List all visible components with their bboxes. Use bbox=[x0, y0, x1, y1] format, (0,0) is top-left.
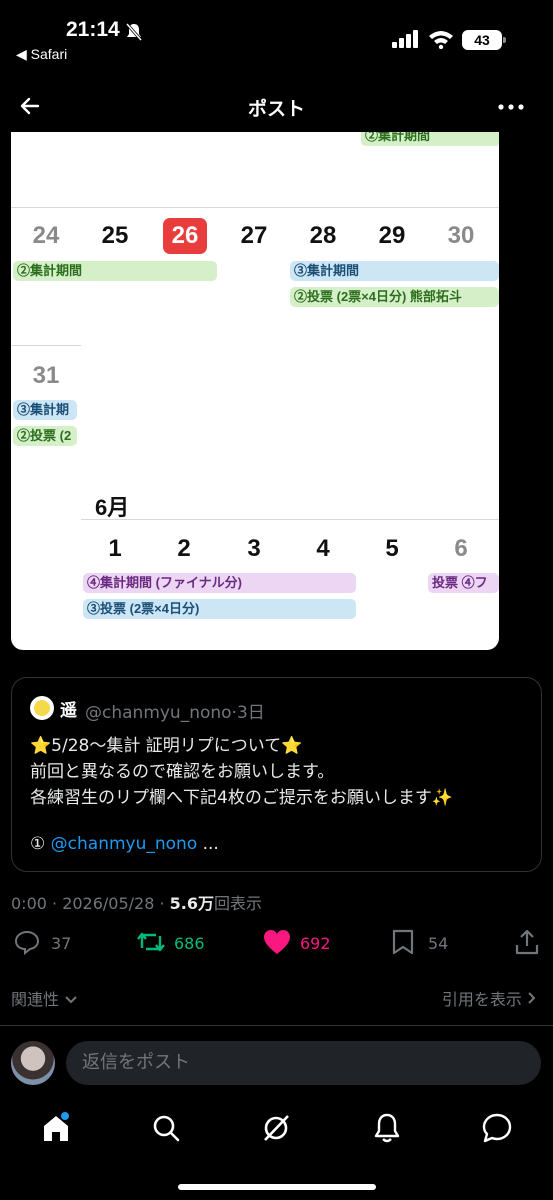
notifications-icon[interactable] bbox=[369, 1110, 405, 1146]
sort-dropdown[interactable]: 関連性 bbox=[11, 986, 78, 1010]
calendar-event: ②集計期間 bbox=[361, 132, 499, 146]
calendar-divider bbox=[81, 519, 499, 520]
quoted-text-prefix: ① bbox=[30, 834, 51, 854]
calendar-day: 25 bbox=[101, 222, 129, 249]
quoted-text-line: ① @chanmyu_nono ... bbox=[30, 834, 219, 854]
quoted-author-name[interactable]: 遥 bbox=[60, 696, 77, 721]
calendar-month-label: 6月 bbox=[95, 495, 130, 520]
chevron-right-icon bbox=[528, 992, 536, 1004]
messages-icon[interactable] bbox=[479, 1110, 515, 1146]
battery-indicator: 43 bbox=[462, 30, 506, 50]
reply-count: 37 bbox=[51, 934, 72, 953]
calendar-event: ④集計期間 (ファイナル分) bbox=[83, 573, 356, 593]
bookmark-icon bbox=[392, 929, 414, 955]
view-quotes-link[interactable]: 引用を表示 bbox=[442, 986, 537, 1010]
repost-count: 686 bbox=[174, 934, 205, 953]
calendar-day: 6 bbox=[454, 535, 468, 562]
post-image-calendar[interactable]: ②集計期間 24 25 26 27 28 29 30 ②集計期間 ③集計期間 ②… bbox=[11, 132, 499, 650]
page-title: ポスト bbox=[247, 99, 305, 120]
quoted-author-avatar[interactable] bbox=[30, 696, 54, 720]
wifi-icon bbox=[429, 31, 453, 49]
post-timestamp: 0:00 · 2026/05/28 · bbox=[11, 894, 170, 913]
calendar-event: ②集計期間 bbox=[13, 261, 217, 281]
calendar-day: 1 bbox=[108, 535, 122, 562]
calendar-day: 5 bbox=[385, 535, 399, 562]
quoted-author-handle: @chanmyu_nono·3日 bbox=[85, 703, 265, 723]
view-quotes-label: 引用を表示 bbox=[441, 990, 522, 1009]
divider bbox=[0, 1025, 553, 1026]
signal-icon bbox=[392, 30, 418, 48]
calendar-day: 4 bbox=[316, 535, 330, 562]
view-count[interactable]: 5.6万 bbox=[170, 894, 214, 913]
status-bar: 21:14 ◀ Safari 43 bbox=[0, 0, 553, 70]
calendar-divider bbox=[11, 345, 81, 346]
top-nav: ポスト bbox=[0, 82, 553, 130]
bookmark-count: 54 bbox=[428, 934, 449, 953]
share-icon bbox=[515, 929, 539, 955]
quoted-text-line: 各練習生のリプ欄へ下記4枚のご提示をお願いします✨ bbox=[30, 788, 453, 808]
bookmark-button[interactable]: 54 bbox=[390, 928, 470, 958]
calendar-day: 24 bbox=[32, 222, 60, 249]
calendar-day: 31 bbox=[32, 362, 60, 389]
quoted-text-line: ⭐5/28〜集計 証明リプについて⭐ bbox=[30, 736, 303, 756]
calendar-event: ③投票 (2票×4日分) bbox=[83, 599, 356, 619]
home-indicator bbox=[178, 1184, 376, 1190]
calendar-day: 29 bbox=[378, 222, 406, 249]
calendar-day: 27 bbox=[240, 222, 268, 249]
calendar-divider bbox=[11, 207, 499, 208]
calendar-event: ②投票 (2票×4日分) 熊部拓斗 bbox=[290, 287, 499, 307]
calendar-day: 28 bbox=[309, 222, 337, 249]
calendar-day: 2 bbox=[177, 535, 191, 562]
reply-button[interactable]: 37 bbox=[13, 928, 93, 958]
quoted-text-line: 前回と異なるので確認をお願いします。 bbox=[30, 762, 335, 782]
status-time: 21:14 bbox=[66, 18, 120, 41]
view-count-label: 回表示 bbox=[214, 894, 263, 913]
share-button[interactable] bbox=[514, 928, 544, 958]
like-count: 692 bbox=[300, 934, 331, 953]
home-icon[interactable] bbox=[38, 1110, 74, 1146]
reply-input[interactable]: 返信をポスト bbox=[66, 1041, 541, 1085]
calendar-day: 30 bbox=[447, 222, 475, 249]
mention-link[interactable]: @chanmyu_nono bbox=[51, 834, 198, 854]
repost-icon bbox=[137, 932, 165, 952]
sort-label: 関連性 bbox=[11, 990, 60, 1009]
reply-icon bbox=[14, 930, 40, 956]
current-user-avatar[interactable] bbox=[11, 1041, 55, 1085]
quoted-text-suffix: ... bbox=[197, 834, 219, 854]
calendar-event: 投票 ④フ bbox=[428, 573, 499, 593]
search-icon[interactable] bbox=[148, 1110, 184, 1146]
quoted-post[interactable]: 遥 @chanmyu_nono·3日 ⭐5/28〜集計 証明リプについて⭐ 前回… bbox=[11, 677, 542, 872]
bell-muted-icon bbox=[125, 23, 143, 41]
like-button[interactable]: 692 bbox=[262, 928, 352, 958]
chevron-down-icon bbox=[65, 996, 77, 1004]
calendar-event: ②投票 (2 bbox=[13, 426, 77, 446]
repost-button[interactable]: 686 bbox=[136, 928, 226, 958]
grok-icon[interactable] bbox=[258, 1110, 294, 1146]
post-meta: 0:00 · 2026/05/28 · 5.6万回表示 bbox=[11, 890, 262, 914]
calendar-day: 3 bbox=[247, 535, 261, 562]
calendar-event: ③集計期間 bbox=[290, 261, 499, 281]
calendar-event: ③集計期 bbox=[13, 400, 77, 420]
back-to-safari[interactable]: ◀ Safari bbox=[16, 46, 67, 63]
calendar-today: 26 bbox=[163, 218, 207, 254]
more-options-icon[interactable] bbox=[498, 104, 524, 110]
heart-icon bbox=[264, 930, 290, 954]
